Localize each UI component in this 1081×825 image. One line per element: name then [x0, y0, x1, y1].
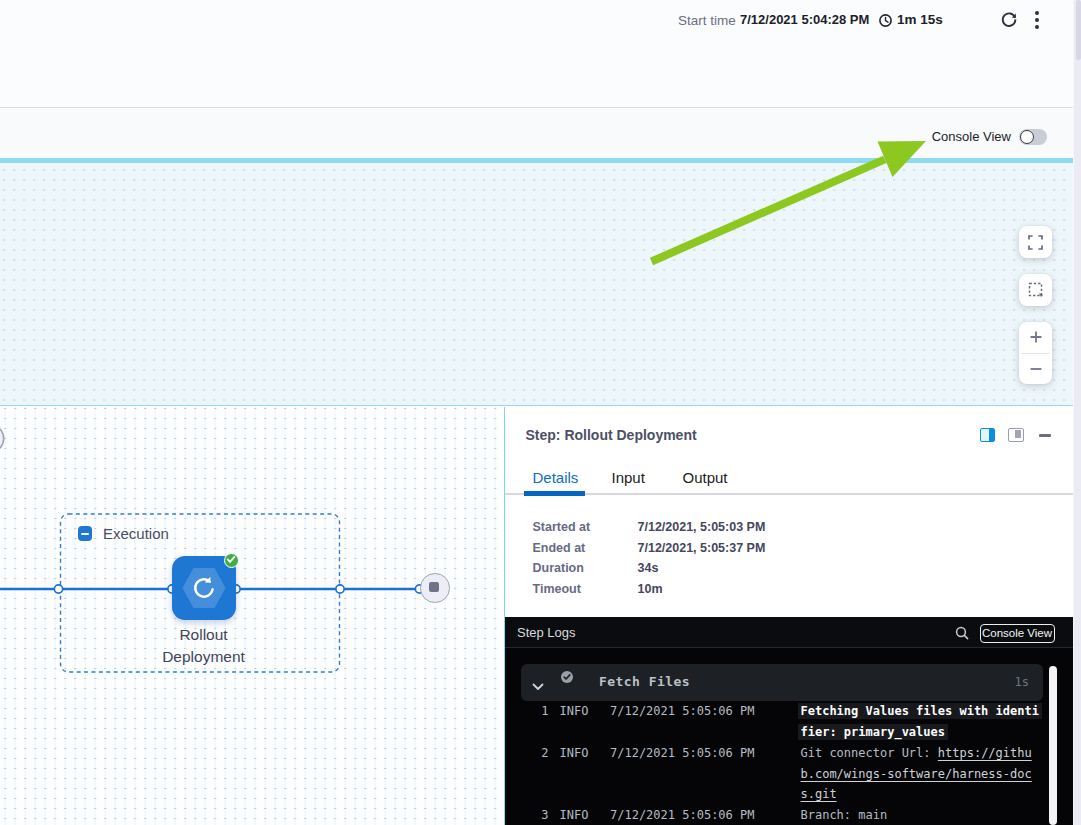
zoom-out-button[interactable] [1019, 354, 1052, 385]
zoom-in-icon [1029, 330, 1043, 344]
detail-row-timeout: Timeout 10m [505, 579, 1074, 600]
log-row: 2 INFO 7/12/2021 5:05:06 PM Git connecto… [505, 743, 1073, 764]
canvas-fullscreen-button[interactable] [1019, 226, 1052, 258]
right-view-icon[interactable] [1008, 428, 1024, 442]
log-message: b.com/wings-software/harness-doc [801, 767, 1032, 781]
detail-row-duration: Duration 34s [505, 558, 1074, 579]
log-timestamp: 7/12/2021 5:05:06 PM [610, 808, 755, 822]
log-line-number: 1 [513, 704, 549, 718]
log-level: INFO [560, 704, 589, 718]
detail-row-ended-at: Ended at 7/12/2021, 5:05:37 PM [505, 538, 1074, 559]
log-section-duration: 1s [1015, 675, 1029, 689]
execution-graph-canvas[interactable] [0, 407, 504, 825]
step-details-table: Started at 7/12/2021, 5:05:03 PM Ended a… [505, 517, 1074, 599]
panel-title: Step: Rollout Deployment [526, 427, 697, 443]
log-message: fier: primary_values [798, 724, 949, 740]
exec-grid-dots [0, 407, 504, 825]
log-message: Branch: main [801, 808, 888, 822]
log-row: 1 INFO 7/12/2021 5:05:06 PM Fetching Val… [505, 702, 1073, 723]
collapse-group-button[interactable] [78, 526, 93, 541]
split-view-icon[interactable] [980, 428, 995, 442]
active-tab-indicator [524, 491, 585, 496]
log-timestamp: 7/12/2021 5:05:06 PM [610, 704, 755, 718]
log-row: s.git [505, 785, 1073, 806]
kebab-menu-icon[interactable] [1029, 8, 1045, 32]
step-details-panel: Step: Rollout Deployment Details Input O… [504, 407, 1074, 825]
detail-value: 7/12/2021, 5:05:03 PM [638, 520, 766, 534]
log-lines: 1 INFO 7/12/2021 5:05:06 PM Fetching Val… [505, 702, 1073, 825]
detail-label: Started at [533, 520, 591, 534]
detail-row-started-at: Started at 7/12/2021, 5:05:03 PM [505, 517, 1074, 538]
minimize-panel-icon[interactable] [1039, 434, 1051, 437]
chevron-down-icon[interactable] [532, 677, 544, 695]
console-view-label: Console View [932, 129, 1011, 144]
tabs-underline [505, 493, 1074, 496]
log-message: Fetching Values files with identi [798, 703, 1042, 719]
canvas-zoom-controls [1019, 322, 1052, 384]
page-scrollbar-track [1073, 0, 1081, 825]
zoom-in-button[interactable] [1019, 322, 1052, 353]
stage-graph-canvas[interactable] [0, 163, 1073, 406]
console-view-toggle[interactable] [1019, 129, 1047, 145]
log-link[interactable]: b.com/wings-software/harness-doc [801, 767, 1032, 781]
view-toolbar [0, 109, 1073, 158]
search-icon[interactable] [955, 626, 969, 640]
canvas-marquee-select-button[interactable] [1019, 274, 1052, 306]
detail-label: Duration [533, 561, 584, 575]
duration-value: 1m 15s [897, 12, 943, 28]
log-message: Git connector Url: https://githu [801, 746, 1032, 760]
detail-value: 7/12/2021, 5:05:37 PM [638, 541, 766, 555]
refresh-icon[interactable] [999, 10, 1019, 30]
success-check-icon [224, 553, 239, 568]
log-message-text: Git connector Url: [801, 746, 938, 760]
log-link[interactable]: s.git [801, 787, 837, 801]
clock-icon [878, 13, 893, 28]
minus-chip-icon [81, 533, 89, 535]
fullscreen-icon [1028, 235, 1043, 250]
step-node-rollout-deployment[interactable] [172, 556, 236, 620]
start-time-label: Start time [678, 13, 736, 28]
execution-group-label: Execution [103, 526, 169, 542]
check-circle-icon [560, 670, 574, 688]
log-row: fier: primary_values [505, 722, 1073, 743]
logs-scrollbar-thumb[interactable] [1049, 666, 1057, 825]
end-node[interactable] [420, 573, 449, 602]
log-message: s.git [801, 787, 837, 801]
log-section-fetch-files[interactable]: Fetch Files 1s [521, 664, 1043, 702]
execution-header: Start time 7/12/2021 5:04:28 PM 1m 15s [0, 0, 1073, 108]
log-row: b.com/wings-software/harness-doc [505, 764, 1073, 785]
log-line-number: 3 [513, 808, 549, 822]
log-section-name: Fetch Files [599, 674, 690, 689]
marquee-select-icon [1028, 282, 1044, 298]
stop-square-icon [429, 582, 440, 593]
stage-grid-dots [0, 163, 1073, 405]
detail-label: Timeout [533, 582, 581, 596]
log-timestamp: 7/12/2021 5:05:06 PM [610, 746, 755, 760]
log-row: 3 INFO 7/12/2021 5:05:06 PM Branch: main [505, 806, 1073, 825]
step-logs-title: Step Logs [517, 625, 576, 640]
log-level: INFO [560, 746, 589, 760]
page-scrollbar-thumb[interactable] [1076, 0, 1081, 60]
start-time-value: 7/12/2021 5:04:28 PM [740, 12, 869, 28]
console-view-button[interactable]: Console View [980, 624, 1055, 643]
step-logs-header: Step Logs Console View [505, 617, 1073, 648]
tab-details[interactable]: Details [533, 469, 579, 486]
detail-label: Ended at [533, 541, 586, 555]
step-logs-body: Fetch Files 1s 1 INFO 7/12/2021 5:05:06 … [505, 648, 1073, 825]
tab-output[interactable]: Output [683, 469, 728, 486]
pipeline-execution-page: Start time 7/12/2021 5:04:28 PM 1m 15s C… [0, 0, 1081, 825]
detail-value: 34s [638, 561, 659, 575]
log-link[interactable]: https://githu [938, 746, 1032, 760]
detail-value: 10m [638, 582, 663, 596]
log-line-number: 2 [513, 746, 549, 760]
zoom-out-icon [1029, 362, 1043, 376]
toggle-knob [1020, 130, 1035, 145]
tab-input[interactable]: Input [612, 469, 645, 486]
log-level: INFO [560, 808, 589, 822]
step-node-label: Rollout Deployment [154, 624, 254, 668]
step-logs-panel: Step Logs Console View Fetch Files 1s [505, 617, 1073, 825]
execution-group-header: Execution [78, 526, 169, 542]
